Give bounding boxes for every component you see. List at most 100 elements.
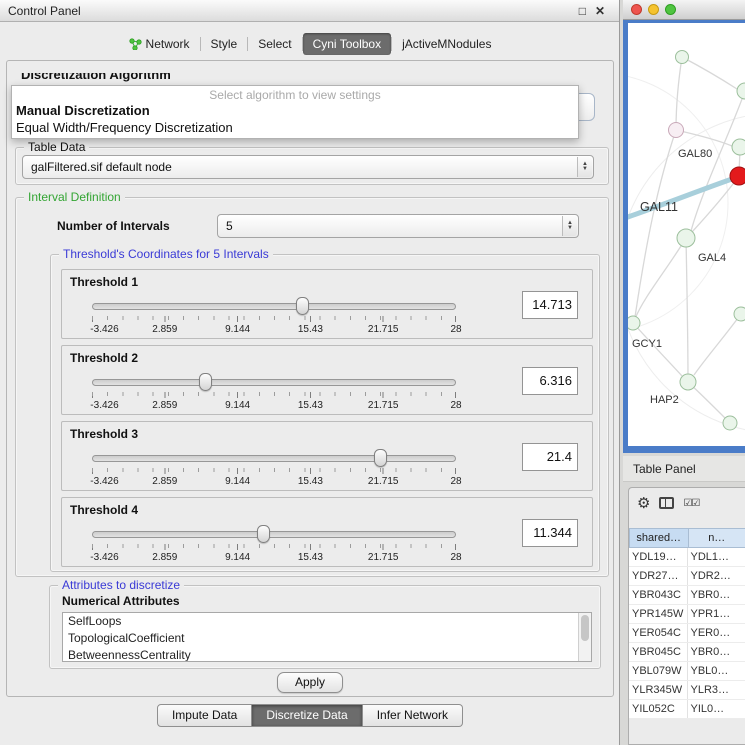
close-icon[interactable]: ✕	[595, 4, 605, 18]
node[interactable]	[669, 123, 684, 138]
float-window-icon[interactable]: □	[579, 4, 586, 18]
table-cell[interactable]: YBR0…	[688, 643, 745, 661]
tab-label: jActiveMNodules	[402, 37, 491, 51]
table-body: YDL19… YDL1… YDR27… YDR2… YBR043C YBR0… …	[629, 548, 745, 719]
slider-thumb[interactable]	[296, 297, 309, 315]
table-cell[interactable]: YBR043C	[629, 586, 688, 604]
network-graph: GAL80 GAL11 GAL4 GCY1 HAP2	[628, 23, 745, 446]
table-cell[interactable]: YIL052C	[629, 700, 688, 718]
node[interactable]	[723, 416, 737, 430]
select-columns-icon[interactable]: ☑☑	[683, 498, 699, 509]
combo-stepper-icon[interactable]: ▲▼	[562, 216, 577, 236]
slider-track[interactable]	[92, 379, 456, 386]
slider-thumb[interactable]	[257, 525, 270, 543]
tab-select[interactable]: Select	[248, 33, 301, 55]
column-header-shared-name[interactable]: shared…	[629, 528, 688, 548]
tab-jactivemnodules[interactable]: jActiveMNodules	[392, 33, 501, 55]
table-row[interactable]: YLR345W YLR3…	[629, 681, 745, 700]
slider-thumb[interactable]	[374, 449, 387, 467]
table-cell[interactable]: YER0…	[688, 624, 745, 642]
table-cell[interactable]: YLR345W	[629, 681, 688, 699]
table-cell[interactable]: YDR2…	[688, 567, 745, 585]
scale-label: 28	[450, 476, 461, 487]
apply-button[interactable]: Apply	[277, 672, 343, 693]
slider-track[interactable]	[92, 531, 456, 538]
scale-label: 9.144	[225, 476, 250, 487]
scale-label: 15.43	[298, 552, 323, 563]
table-cell[interactable]: YBR0…	[688, 586, 745, 604]
table-row[interactable]: YBR043C YBR0…	[629, 586, 745, 605]
threshold-value-field[interactable]: 21.4	[522, 443, 578, 471]
combo-stepper-icon[interactable]: ▲▼	[577, 157, 592, 177]
table-row[interactable]: YBR045C YBR0…	[629, 643, 745, 662]
scale-label: 9.144	[225, 324, 250, 335]
scale-label: 15.43	[298, 400, 323, 411]
table-cell[interactable]: YDL1…	[688, 548, 745, 566]
table-row[interactable]: YIL052C YIL0…	[629, 700, 745, 719]
node[interactable]	[677, 229, 695, 247]
dropdown-option-equal-width-frequency[interactable]: Equal Width/Frequency Discretization	[12, 119, 578, 136]
slider-thumb[interactable]	[199, 373, 212, 391]
minimize-traffic-icon[interactable]	[648, 4, 659, 15]
threshold-slider[interactable]: -3.426 2.859 9.144 15.43 21.715 28	[92, 448, 456, 490]
threshold-slider[interactable]: -3.426 2.859 9.144 15.43 21.715 28	[92, 372, 456, 414]
scale-label: 2.859	[152, 400, 177, 411]
threshold-value-field[interactable]: 14.713	[522, 291, 578, 319]
tab-cyni-toolbox[interactable]: Cyni Toolbox	[303, 33, 391, 55]
list-scrollbar[interactable]	[578, 613, 591, 661]
slider-track[interactable]	[92, 455, 456, 462]
scrollbar-thumb[interactable]	[581, 615, 589, 641]
table-data-group-title: Table Data	[24, 140, 89, 154]
table-cell[interactable]: YDR27…	[629, 567, 688, 585]
table-cell[interactable]: YPR145W	[629, 605, 688, 623]
table-row[interactable]: YPR145W YPR1…	[629, 605, 745, 624]
node-table: shared… n… YDL19… YDL1… YDR27… YDR2… YBR…	[629, 528, 745, 719]
threshold-value-field[interactable]: 6.316	[522, 367, 578, 395]
list-item[interactable]: BetweennessCentrality	[63, 647, 591, 662]
interval-definition-group: Interval Definition Number of Intervals …	[15, 197, 609, 577]
table-cell[interactable]: YDL19…	[629, 548, 688, 566]
table-cell[interactable]: YBL0…	[688, 662, 745, 680]
table-cell[interactable]: YIL0…	[688, 700, 745, 718]
tab-impute-data[interactable]: Impute Data	[157, 704, 252, 727]
node[interactable]	[737, 83, 745, 99]
threshold-slider[interactable]: -3.426 2.859 9.144 15.43 21.715 28	[92, 296, 456, 338]
table-cell[interactable]: YPR1…	[688, 605, 745, 623]
node[interactable]	[732, 139, 745, 155]
network-window-frame: GAL80 GAL11 GAL4 GCY1 HAP2	[623, 20, 745, 453]
node[interactable]	[628, 316, 640, 330]
node[interactable]	[676, 51, 689, 64]
threshold-slider[interactable]: -3.426 2.859 9.144 15.43 21.715 28	[92, 524, 456, 566]
table-cell[interactable]: YBR045C	[629, 643, 688, 661]
list-item[interactable]: TopologicalCoefficient	[63, 630, 591, 647]
table-data-combobox[interactable]: galFiltered.sif default node ▲▼	[22, 155, 594, 179]
column-header-name[interactable]: n…	[688, 528, 745, 548]
slider-track[interactable]	[92, 303, 456, 310]
network-canvas[interactable]: GAL80 GAL11 GAL4 GCY1 HAP2	[628, 23, 745, 446]
threshold-value-field[interactable]: 11.344	[522, 519, 578, 547]
table-row[interactable]: YDR27… YDR2…	[629, 567, 745, 586]
table-cell[interactable]: YLR3…	[688, 681, 745, 699]
tab-network[interactable]: Network	[119, 33, 200, 55]
dropdown-option-manual-discretization[interactable]: Manual Discretization	[12, 102, 578, 119]
number-of-intervals-combobox[interactable]: 5 ▲▼	[217, 214, 579, 238]
table-row[interactable]: YER054C YER0…	[629, 624, 745, 643]
node[interactable]	[734, 307, 745, 321]
list-item[interactable]: SelfLoops	[63, 613, 591, 630]
table-row[interactable]: YDL19… YDL1…	[629, 548, 745, 567]
table-cell[interactable]: YBL079W	[629, 662, 688, 680]
table-cell[interactable]: YER054C	[629, 624, 688, 642]
zoom-traffic-icon[interactable]	[665, 4, 676, 15]
close-traffic-icon[interactable]	[631, 4, 642, 15]
gear-icon[interactable]: ⚙	[637, 494, 650, 512]
tab-discretize-data[interactable]: Discretize Data	[252, 704, 362, 727]
tab-infer-network[interactable]: Infer Network	[363, 704, 463, 727]
scale-label: 21.715	[368, 476, 399, 487]
tab-style[interactable]: Style	[201, 33, 248, 55]
table-row[interactable]: YBL079W YBL0…	[629, 662, 745, 681]
node[interactable]	[680, 374, 696, 390]
node-highlighted[interactable]	[730, 167, 745, 185]
columns-icon[interactable]	[659, 497, 674, 509]
scale-label: 15.43	[298, 476, 323, 487]
algorithm-dropdown-list: Select algorithm to view settings Manual…	[11, 85, 579, 139]
